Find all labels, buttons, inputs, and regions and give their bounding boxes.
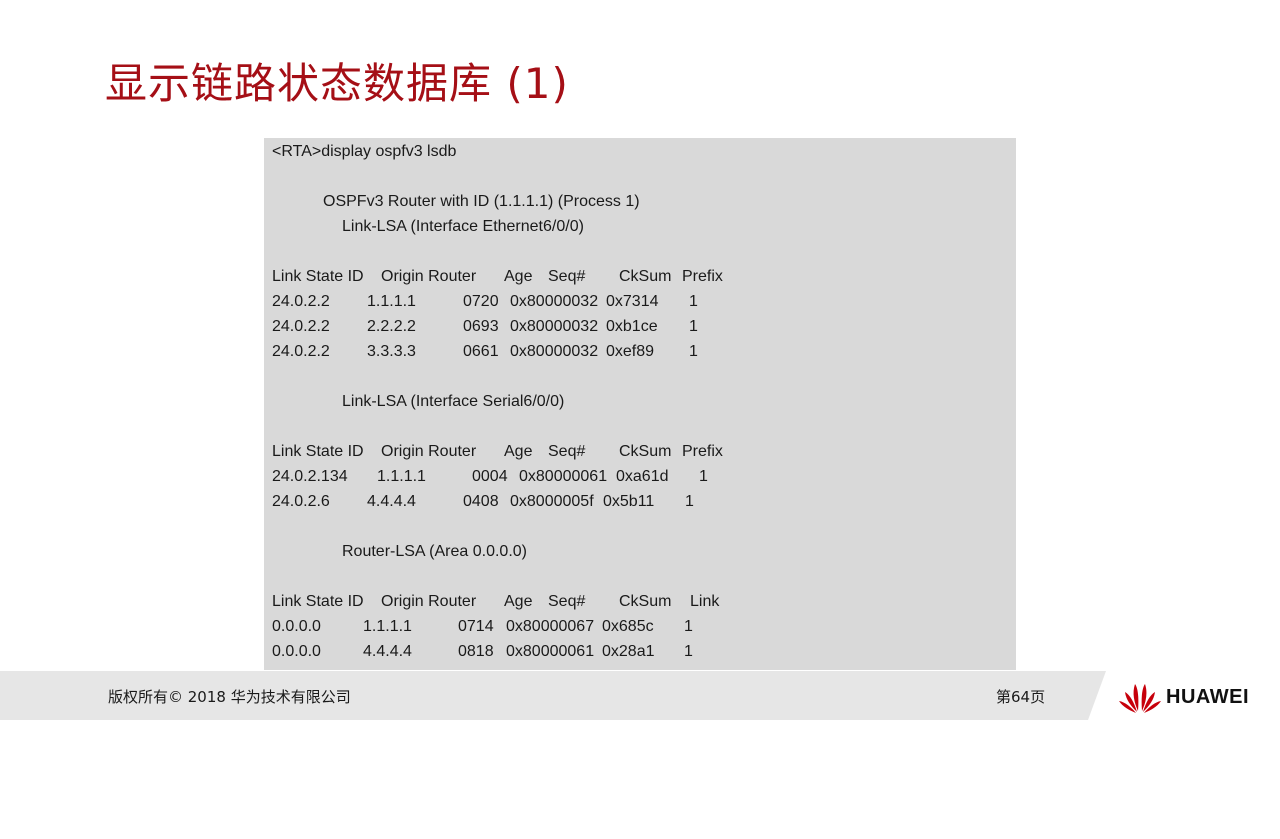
cell-cksum: 0xb1ce — [606, 318, 658, 335]
cell-origin-router: 1.1.1.1 — [363, 618, 412, 635]
cell-link-state-id: 24.0.2.2 — [272, 318, 330, 335]
cell-link-state-id: 0.0.0.0 — [272, 643, 321, 660]
cell-link-state-id: 0.0.0.0 — [272, 618, 321, 635]
column-header: CkSum — [619, 593, 672, 610]
cell-origin-router: 1.1.1.1 — [377, 468, 426, 485]
cell-prefix: 1 — [689, 318, 698, 335]
table-row: 24.0.2.6 4.4.4.4 0408 0x8000005f 0x5b11 … — [272, 489, 1012, 514]
column-header: Seq# — [548, 443, 586, 460]
cell-link-state-id: 24.0.2.2 — [272, 343, 330, 360]
cell-cksum: 0x5b11 — [603, 493, 655, 510]
column-header: Prefix — [682, 268, 723, 285]
huawei-flower-icon — [1119, 684, 1161, 713]
column-header: CkSum — [619, 268, 672, 285]
cell-cksum: 0xef89 — [606, 343, 655, 360]
column-header: Age — [504, 443, 533, 460]
cell-cksum: 0x7314 — [606, 293, 659, 310]
cell-seq: 0x80000032 — [510, 343, 599, 360]
cell-age: 0818 — [458, 643, 494, 660]
cell-origin-router: 1.1.1.1 — [367, 293, 416, 310]
cli-command: <RTA>display ospfv3 lsdb — [272, 143, 457, 160]
cli-output-box: <RTA>display ospfv3 lsdb OSPFv3 Router w… — [264, 138, 1016, 670]
column-header: Origin Router — [381, 268, 477, 285]
section-heading: Link-LSA (Interface Serial6/0/0) — [342, 393, 565, 410]
column-header: Origin Router — [381, 443, 477, 460]
cell-seq: 0x80000032 — [510, 318, 599, 335]
table-row: 24.0.2.2 1.1.1.1 0720 0x80000032 0x7314 … — [272, 289, 1012, 314]
table-header-row: Link State ID Origin Router Age Seq# CkS… — [272, 439, 1012, 464]
column-header: Link State ID — [272, 268, 364, 285]
cell-prefix: 1 — [699, 468, 708, 485]
page-number: 第64页 — [996, 688, 1046, 706]
cell-seq: 0x80000067 — [506, 618, 595, 635]
column-header: Link State ID — [272, 593, 364, 610]
cell-age: 0004 — [472, 468, 508, 485]
router-header: OSPFv3 Router with ID (1.1.1.1) (Process… — [323, 193, 640, 210]
cell-seq: 0x80000032 — [510, 293, 599, 310]
column-header: CkSum — [619, 443, 672, 460]
column-header: Age — [504, 268, 533, 285]
table-row: 24.0.2.2 2.2.2.2 0693 0x80000032 0xb1ce … — [272, 314, 1012, 339]
cell-age: 0693 — [463, 318, 499, 335]
copyright-text: 版权所有© 2018 华为技术有限公司 — [108, 688, 351, 706]
cell-link: 1 — [684, 643, 693, 660]
cell-prefix: 1 — [685, 493, 694, 510]
cell-seq: 0x8000005f — [510, 493, 594, 510]
column-header: Seq# — [548, 593, 586, 610]
table-row: 0.0.0.0 1.1.1.1 0714 0x80000067 0x685c 1 — [272, 614, 1012, 639]
column-header: Link — [690, 593, 720, 610]
slide-title: 显示链路状态数据库 (1) — [105, 59, 569, 108]
cell-age: 0714 — [458, 618, 494, 635]
cell-cksum: 0xa61d — [616, 468, 669, 485]
cell-age: 0720 — [463, 293, 499, 310]
cell-seq: 0x80000061 — [506, 643, 595, 660]
cell-link-state-id: 24.0.2.134 — [272, 468, 348, 485]
cell-origin-router: 3.3.3.3 — [367, 343, 416, 360]
column-header: Seq# — [548, 268, 586, 285]
table-row: 24.0.2.2 3.3.3.3 0661 0x80000032 0xef89 … — [272, 339, 1012, 364]
cell-cksum: 0x28a1 — [602, 643, 655, 660]
cell-age: 0408 — [463, 493, 499, 510]
cell-origin-router: 4.4.4.4 — [363, 643, 412, 660]
cell-cksum: 0x685c — [602, 618, 654, 635]
footer-divider-slash — [1082, 671, 1106, 720]
section-heading: Router-LSA (Area 0.0.0.0) — [342, 543, 527, 560]
column-header: Prefix — [682, 443, 723, 460]
cell-prefix: 1 — [689, 293, 698, 310]
cell-seq: 0x80000061 — [519, 468, 608, 485]
table-row: 0.0.0.0 4.4.4.4 0818 0x80000061 0x28a1 1 — [272, 639, 1012, 664]
table-row: 24.0.2.134 1.1.1.1 0004 0x80000061 0xa61… — [272, 464, 1012, 489]
cell-age: 0661 — [463, 343, 499, 360]
cell-origin-router: 4.4.4.4 — [367, 493, 416, 510]
cell-prefix: 1 — [689, 343, 698, 360]
cell-link: 1 — [684, 618, 693, 635]
cell-link-state-id: 24.0.2.6 — [272, 493, 330, 510]
section-heading: Link-LSA (Interface Ethernet6/0/0) — [342, 218, 584, 235]
cell-link-state-id: 24.0.2.2 — [272, 293, 330, 310]
column-header: Age — [504, 593, 533, 610]
column-header: Link State ID — [272, 443, 364, 460]
table-header-row: Link State ID Origin Router Age Seq# CkS… — [272, 264, 1012, 289]
column-header: Origin Router — [381, 593, 477, 610]
cell-origin-router: 2.2.2.2 — [367, 318, 416, 335]
huawei-wordmark: HUAWEI — [1166, 686, 1249, 708]
table-header-row: Link State ID Origin Router Age Seq# CkS… — [272, 589, 1012, 614]
